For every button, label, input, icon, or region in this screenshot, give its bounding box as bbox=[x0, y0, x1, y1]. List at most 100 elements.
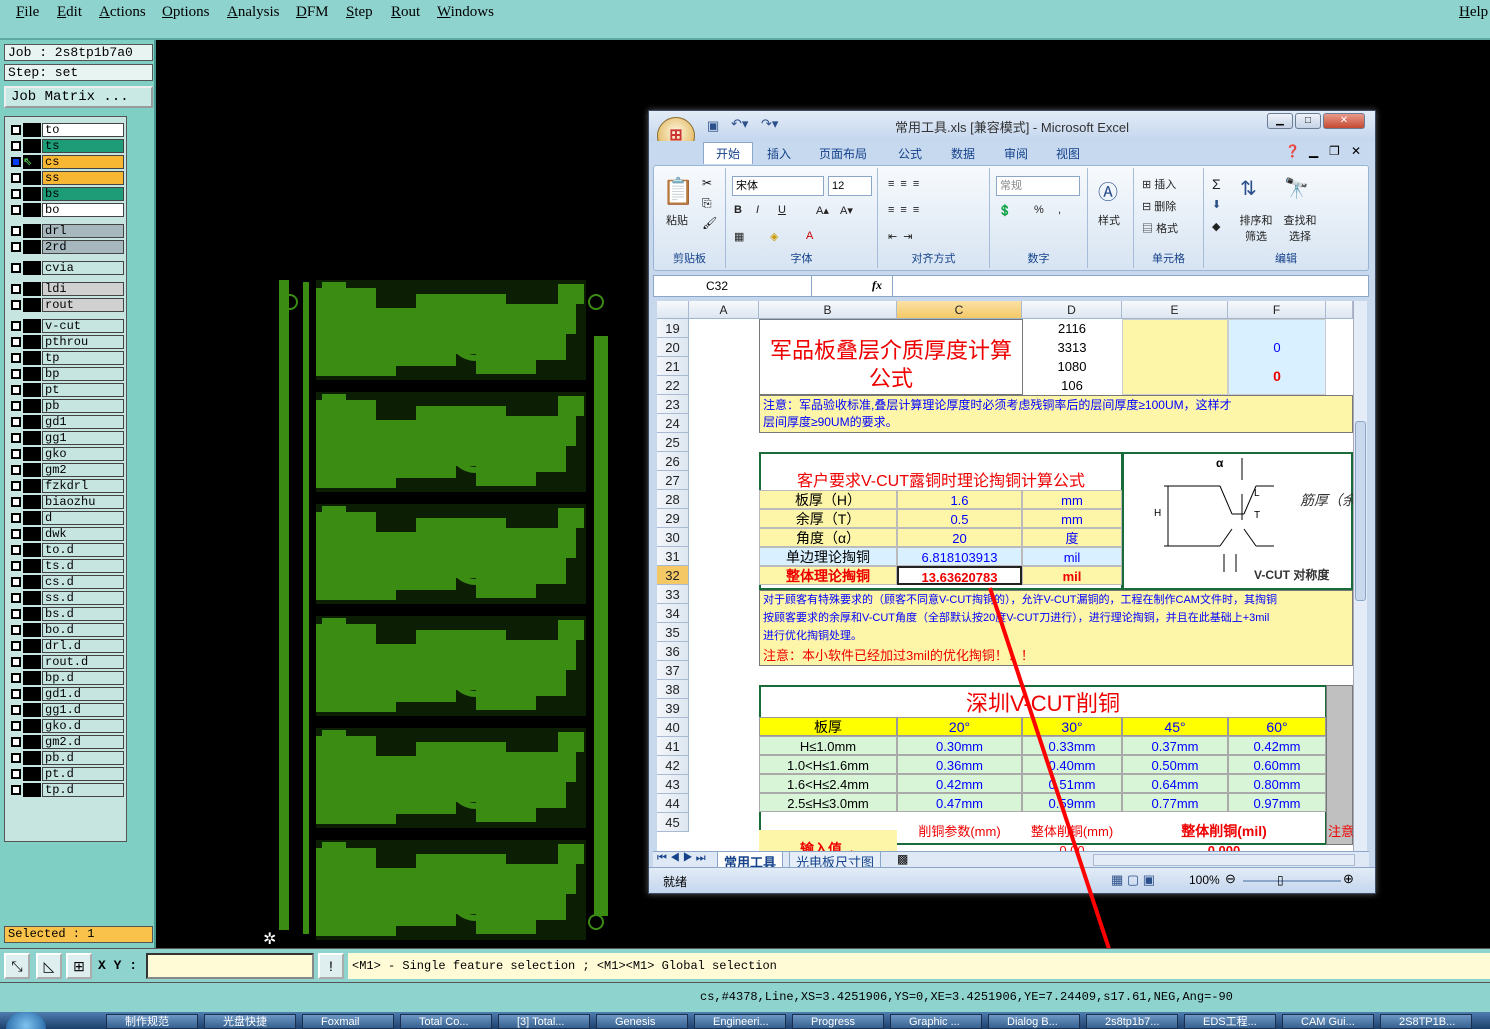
row-header[interactable]: 33 bbox=[657, 585, 689, 604]
layer-row[interactable]: gd1 bbox=[5, 415, 128, 429]
layer-name[interactable]: v-cut bbox=[42, 319, 124, 333]
maximize-button[interactable]: □ bbox=[1295, 113, 1321, 129]
param-value[interactable]: 20 bbox=[897, 528, 1022, 547]
help-icon[interactable]: ❓ bbox=[1285, 144, 1300, 158]
layer-row[interactable]: ss.d bbox=[5, 591, 128, 605]
find-select-button[interactable]: 查找和选择 bbox=[1280, 212, 1320, 244]
row-header[interactable]: 24 bbox=[657, 414, 689, 433]
layer-name[interactable]: rout bbox=[42, 298, 124, 312]
shenzhen-header-cell[interactable]: 60° bbox=[1228, 717, 1326, 736]
layer-row[interactable]: to.d bbox=[5, 543, 128, 557]
shenzhen-cell[interactable]: 0.33mm bbox=[1022, 736, 1122, 755]
layer-checkbox[interactable] bbox=[11, 337, 21, 347]
layer-checkbox[interactable] bbox=[11, 189, 21, 199]
shenzhen-cell[interactable]: 1.0<H≤1.6mm bbox=[759, 755, 897, 774]
zoom-out-icon[interactable]: ⊖ bbox=[1225, 871, 1236, 887]
taskbar-button[interactable]: 光盘快捷 bbox=[204, 1014, 296, 1029]
layer-checkbox[interactable] bbox=[11, 689, 21, 699]
param-label[interactable]: 余厚（T） bbox=[759, 509, 897, 528]
tab-review[interactable]: 审阅 bbox=[1004, 145, 1028, 162]
layer-name[interactable]: 2rd bbox=[42, 240, 124, 254]
layer-checkbox[interactable] bbox=[11, 721, 21, 731]
taskbar-button[interactable]: [3] Total... bbox=[498, 1014, 590, 1029]
delete-cells-button[interactable]: ⊟ 删除 bbox=[1142, 198, 1176, 214]
row-header[interactable]: 42 bbox=[657, 756, 689, 775]
layer-checkbox[interactable] bbox=[11, 449, 21, 459]
taskbar-button[interactable]: CAM Gui... bbox=[1282, 1014, 1374, 1029]
font-name-box[interactable]: 宋体 bbox=[732, 176, 824, 196]
stack-3313[interactable]: 3313 bbox=[1022, 338, 1122, 357]
row-header[interactable]: 44 bbox=[657, 794, 689, 813]
layer-checkbox[interactable] bbox=[11, 785, 21, 795]
insert-sheet-icon[interactable]: ▩ bbox=[897, 852, 908, 866]
taskbar-button[interactable]: Progress bbox=[792, 1014, 884, 1029]
ribbon-minimize-icon[interactable]: ▁ bbox=[1309, 144, 1318, 158]
layer-checkbox[interactable] bbox=[11, 353, 21, 363]
row-header[interactable]: 34 bbox=[657, 604, 689, 623]
stack-1080[interactable]: 1080 bbox=[1022, 357, 1122, 376]
row-header[interactable]: 35 bbox=[657, 623, 689, 642]
font-color-icon[interactable]: A bbox=[806, 230, 813, 242]
shenzhen-cell[interactable]: 0.77mm bbox=[1122, 793, 1228, 812]
layer-checkbox[interactable] bbox=[11, 125, 21, 135]
layer-name[interactable]: bo.d bbox=[42, 623, 124, 637]
layer-name[interactable]: pb.d bbox=[42, 751, 124, 765]
layer-row[interactable]: bs.d bbox=[5, 607, 128, 621]
layer-name[interactable]: gg1 bbox=[42, 431, 124, 445]
layer-row[interactable]: dwk bbox=[5, 527, 128, 541]
layer-row[interactable]: v-cut bbox=[5, 319, 128, 333]
vertical-scrollbar[interactable] bbox=[1353, 301, 1367, 851]
taskbar-button[interactable]: Foxmail bbox=[302, 1014, 394, 1029]
align-top-icons[interactable]: ≡≡≡ bbox=[888, 178, 925, 190]
layer-row[interactable]: ldi bbox=[5, 282, 128, 296]
layer-row[interactable]: gg1 bbox=[5, 431, 128, 445]
param-unit[interactable]: mm bbox=[1022, 509, 1122, 528]
layer-name[interactable]: pt bbox=[42, 383, 124, 397]
layer-row[interactable]: rout.d bbox=[5, 655, 128, 669]
quick-save-icon[interactable]: ▣ bbox=[707, 118, 719, 134]
layer-name[interactable]: pb bbox=[42, 399, 124, 413]
total-cut-mil-value[interactable]: 0.000 bbox=[1122, 841, 1326, 851]
tab-home[interactable]: 开始 bbox=[703, 142, 754, 164]
excel-window[interactable]: 常用工具.xls [兼容模式] - Microsoft Excel ▁ □ ✕ … bbox=[648, 110, 1376, 894]
layer-name[interactable]: bs.d bbox=[42, 607, 124, 621]
layer-checkbox[interactable] bbox=[11, 205, 21, 215]
layer-checkbox[interactable] bbox=[11, 417, 21, 427]
shrink-font-icon[interactable]: A▾ bbox=[840, 204, 853, 217]
layer-name[interactable]: d bbox=[42, 511, 124, 525]
param-label[interactable]: 角度（α） bbox=[759, 528, 897, 547]
tab-insert[interactable]: 插入 bbox=[767, 145, 791, 162]
font-size-box[interactable]: 12 bbox=[828, 176, 872, 196]
layer-checkbox[interactable] bbox=[11, 433, 21, 443]
row-header[interactable]: 32 bbox=[657, 566, 689, 585]
menu-actions[interactable]: Actions bbox=[99, 4, 146, 21]
row-header[interactable]: 36 bbox=[657, 642, 689, 661]
layer-row[interactable]: gm2 bbox=[5, 463, 128, 477]
row-header[interactable]: 28 bbox=[657, 490, 689, 509]
paste-label[interactable]: 粘贴 bbox=[666, 212, 688, 228]
row-header[interactable]: 20 bbox=[657, 338, 689, 357]
row-header[interactable]: 39 bbox=[657, 699, 689, 718]
param-label[interactable]: 单边理论掏铜 bbox=[759, 547, 897, 566]
layer-name[interactable]: dwk bbox=[42, 527, 124, 541]
layer-row[interactable]: bp bbox=[5, 367, 128, 381]
row-header[interactable]: 23 bbox=[657, 395, 689, 414]
layer-row[interactable]: biaozhu bbox=[5, 495, 128, 509]
layer-checkbox[interactable] bbox=[11, 657, 21, 667]
format-cells-button[interactable]: ▤ 格式 bbox=[1142, 220, 1178, 236]
layer-checkbox[interactable] bbox=[11, 226, 21, 236]
shenzhen-cell[interactable]: 0.42mm bbox=[1228, 736, 1326, 755]
tab-data[interactable]: 数据 bbox=[951, 145, 975, 162]
col-header-d[interactable]: D bbox=[1022, 301, 1122, 319]
layer-name[interactable]: drl.d bbox=[42, 639, 124, 653]
layer-row[interactable]: gm2.d bbox=[5, 735, 128, 749]
horizontal-scrollbar[interactable] bbox=[1093, 854, 1355, 866]
shenzhen-header-cell[interactable]: 30° bbox=[1022, 717, 1122, 736]
layer-name[interactable]: bp bbox=[42, 367, 124, 381]
col-header-e[interactable]: E bbox=[1122, 301, 1228, 319]
bold-icon[interactable]: B bbox=[734, 204, 742, 216]
shenzhen-cell[interactable]: 2.5≤H≤3.0mm bbox=[759, 793, 897, 812]
param-value[interactable]: 13.63620783 bbox=[897, 566, 1022, 585]
layer-name[interactable]: pt.d bbox=[42, 767, 124, 781]
row-header[interactable]: 30 bbox=[657, 528, 689, 547]
